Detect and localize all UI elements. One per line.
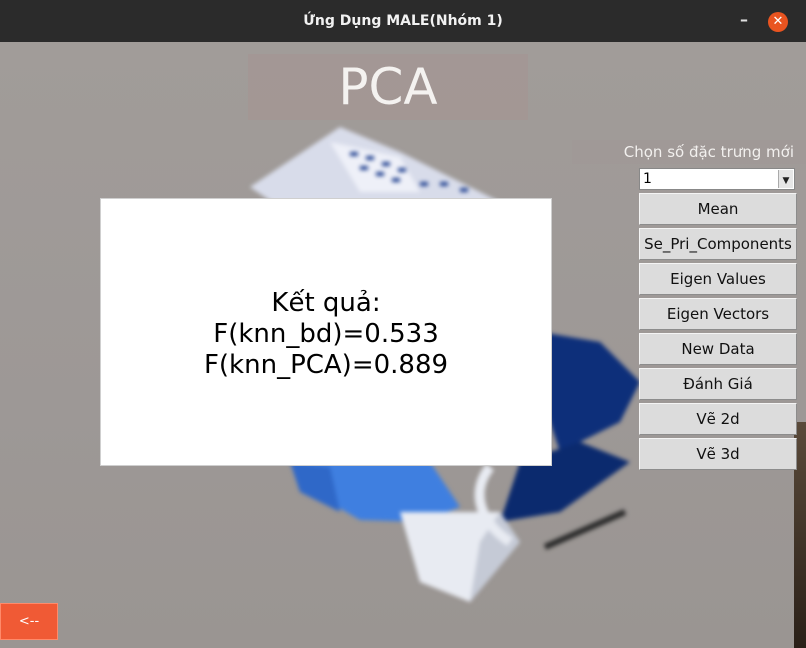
chevron-down-icon[interactable]: ▼ [778, 170, 793, 188]
back-button[interactable]: <-- [0, 603, 58, 640]
mean-button[interactable]: Mean [639, 193, 797, 225]
evaluate-button[interactable]: Đánh Giá [639, 368, 797, 400]
result-panel: Kết quả: F(knn_bd)=0.533 F(knn_PCA)=0.88… [100, 198, 552, 466]
plot-2d-button[interactable]: Vẽ 2d [639, 403, 797, 435]
page-title: PCA [338, 58, 438, 116]
new-data-button[interactable]: New Data [639, 333, 797, 365]
feature-count-value: 1 [643, 171, 652, 187]
minimize-icon[interactable]: – [734, 10, 754, 30]
se-pri-components-button[interactable]: Se_Pri_Components [639, 228, 797, 260]
plot-3d-button[interactable]: Vẽ 3d [639, 438, 797, 470]
feature-count-label: Chọn số đặc trưng mới [572, 140, 806, 164]
feature-count-select[interactable]: 1 ▼ [639, 168, 795, 190]
window-title: Ứng Dụng MALE(Nhóm 1) [303, 13, 503, 29]
result-text: Kết quả: F(knn_bd)=0.533 F(knn_PCA)=0.88… [203, 287, 449, 380]
eigen-vectors-button[interactable]: Eigen Vectors [639, 298, 797, 330]
title-bar: Ứng Dụng MALE(Nhóm 1) – ✕ [0, 0, 806, 42]
eigen-values-button[interactable]: Eigen Values [639, 263, 797, 295]
close-icon[interactable]: ✕ [768, 12, 788, 32]
